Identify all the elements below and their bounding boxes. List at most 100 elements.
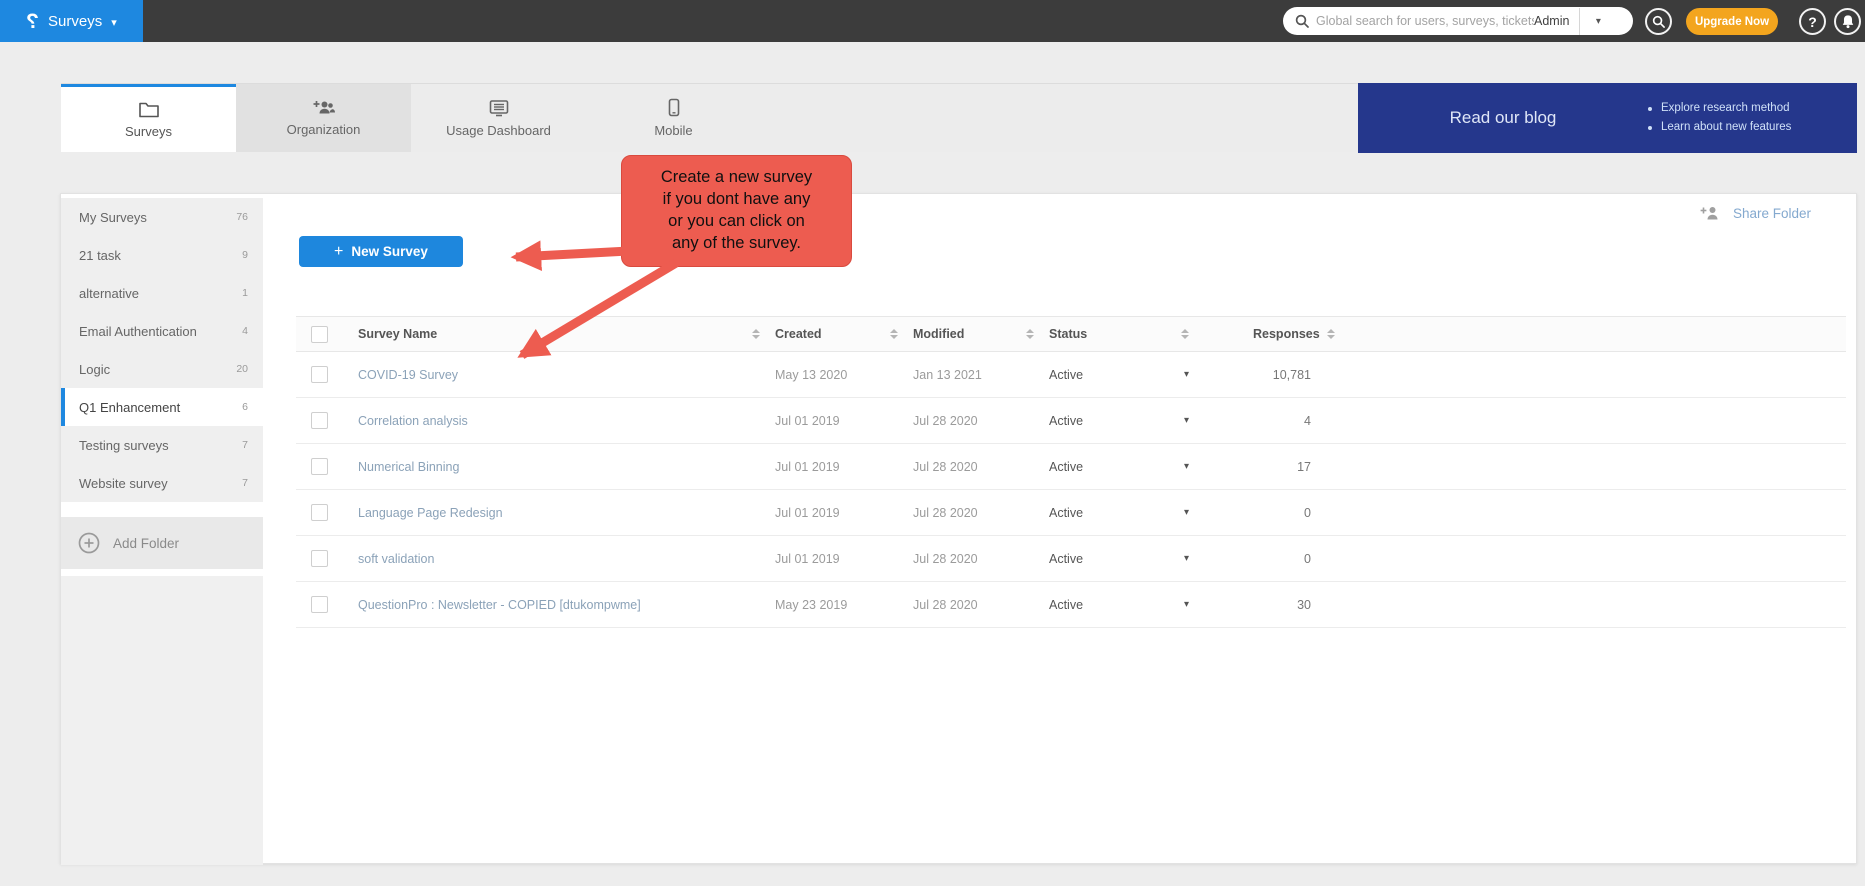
survey-name-link[interactable]: Correlation analysis bbox=[358, 414, 468, 428]
search-button[interactable] bbox=[1645, 8, 1672, 35]
sort-icon[interactable] bbox=[1327, 329, 1335, 339]
table-row: soft validationJul 01 2019Jul 28 2020Act… bbox=[296, 536, 1846, 582]
folder-count: 7 bbox=[242, 439, 248, 451]
folder-count: 4 bbox=[242, 325, 248, 337]
sort-icon[interactable] bbox=[752, 329, 760, 339]
status-dropdown-caret[interactable]: ▾ bbox=[1184, 553, 1189, 564]
sort-icon[interactable] bbox=[890, 329, 898, 339]
row-checkbox[interactable] bbox=[311, 366, 328, 383]
add-folder-label: Add Folder bbox=[113, 536, 179, 551]
tab-organization[interactable]: Organization bbox=[236, 84, 411, 152]
header-modified: Modified bbox=[898, 327, 1034, 341]
help-button[interactable]: ? bbox=[1799, 8, 1826, 35]
status-dropdown-caret[interactable]: ▾ bbox=[1184, 369, 1189, 380]
table-body: COVID-19 SurveyMay 13 2020Jan 13 2021Act… bbox=[296, 352, 1846, 628]
sort-icon[interactable] bbox=[1181, 329, 1189, 339]
select-all-checkbox[interactable] bbox=[311, 326, 328, 343]
read-our-blog-banner[interactable]: Read our blog Explore research method Le… bbox=[1358, 83, 1857, 153]
new-survey-label: New Survey bbox=[351, 244, 428, 259]
responses-count: 0 bbox=[1201, 506, 1311, 520]
status-label: Active bbox=[1049, 460, 1083, 474]
header-created: Created bbox=[760, 327, 898, 341]
tab-label: Mobile bbox=[654, 123, 692, 138]
survey-name-link[interactable]: Language Page Redesign bbox=[358, 506, 503, 520]
questionpro-logo-icon: ? bbox=[26, 11, 39, 32]
sidebar-folder-item[interactable]: 21 task9 bbox=[61, 236, 263, 274]
folder-label: Email Authentication bbox=[79, 324, 197, 339]
header-survey-name: Survey Name bbox=[343, 327, 760, 341]
tab-label: Surveys bbox=[125, 124, 172, 139]
new-survey-button[interactable]: +New Survey bbox=[299, 236, 463, 267]
sidebar-folder-item[interactable]: Logic 20 bbox=[61, 350, 263, 388]
responses-count: 4 bbox=[1201, 414, 1311, 428]
status-label: Active bbox=[1049, 598, 1083, 612]
status-dropdown-caret[interactable]: ▾ bbox=[1184, 415, 1189, 426]
responses-count: 0 bbox=[1201, 552, 1311, 566]
folder-label: Logic bbox=[79, 362, 110, 377]
chevron-down-icon: ▾ bbox=[1596, 16, 1601, 27]
sidebar-folder-item[interactable]: My Surveys76 bbox=[61, 198, 263, 236]
modified-date: Jul 28 2020 bbox=[913, 598, 978, 612]
created-date: Jul 01 2019 bbox=[775, 552, 840, 566]
header-responses: Responses bbox=[1201, 327, 1311, 341]
row-checkbox[interactable] bbox=[311, 458, 328, 475]
share-folder-button[interactable]: Share Folder bbox=[1700, 206, 1811, 221]
survey-name-link[interactable]: Numerical Binning bbox=[358, 460, 459, 474]
surveys-table: Survey Name Created Modified Status Resp… bbox=[296, 316, 1846, 628]
user-scope-label: Admin bbox=[1534, 14, 1569, 28]
blog-bullet-item[interactable]: Learn about new features bbox=[1648, 118, 1857, 137]
sidebar-filler bbox=[61, 576, 263, 865]
modified-date: Jan 13 2021 bbox=[913, 368, 982, 382]
row-checkbox[interactable] bbox=[311, 596, 328, 613]
sidebar-folder-item[interactable]: Website survey7 bbox=[61, 464, 263, 502]
blog-bullet-item[interactable]: Explore research method bbox=[1648, 99, 1857, 118]
dashboard-icon bbox=[488, 99, 510, 117]
search-input[interactable] bbox=[1316, 14, 1534, 28]
status-dropdown-caret[interactable]: ▾ bbox=[1184, 461, 1189, 472]
folder-label: 21 task bbox=[79, 248, 121, 263]
sort-icon[interactable] bbox=[1026, 329, 1034, 339]
sidebar-folder-item[interactable]: alternative1 bbox=[61, 274, 263, 312]
header-status: Status bbox=[1034, 327, 1201, 341]
share-person-icon bbox=[1700, 206, 1721, 221]
table-header-row: Survey Name Created Modified Status Resp… bbox=[296, 316, 1846, 352]
folder-sidebar: My Surveys7621 task9alternative1Email Au… bbox=[61, 194, 263, 863]
folder-icon bbox=[138, 100, 160, 118]
survey-name-link[interactable]: soft validation bbox=[358, 552, 434, 566]
table-row: COVID-19 SurveyMay 13 2020Jan 13 2021Act… bbox=[296, 352, 1846, 398]
tab-surveys[interactable]: Surveys bbox=[61, 84, 236, 152]
folder-label: Q1 Enhancement bbox=[79, 400, 180, 415]
folder-count: 6 bbox=[242, 401, 248, 413]
global-search: Admin ▾ bbox=[1283, 7, 1633, 35]
bullet-icon bbox=[1648, 126, 1652, 130]
survey-name-link[interactable]: QuestionPro : Newsletter - COPIED [dtuko… bbox=[358, 598, 641, 612]
share-folder-label: Share Folder bbox=[1733, 206, 1811, 221]
notifications-button[interactable] bbox=[1834, 8, 1861, 35]
upgrade-now-button[interactable]: Upgrade Now bbox=[1686, 8, 1778, 35]
chevron-down-icon: ▾ bbox=[111, 16, 117, 29]
tab-label: Organization bbox=[287, 122, 361, 137]
row-checkbox[interactable] bbox=[311, 412, 328, 429]
tab-usage-dashboard[interactable]: Usage Dashboard bbox=[411, 84, 586, 152]
row-checkbox[interactable] bbox=[311, 504, 328, 521]
status-dropdown-caret[interactable]: ▾ bbox=[1184, 599, 1189, 610]
folder-count: 1 bbox=[242, 287, 248, 299]
status-dropdown-caret[interactable]: ▾ bbox=[1184, 507, 1189, 518]
folder-list: My Surveys7621 task9alternative1Email Au… bbox=[61, 198, 263, 502]
survey-name-link[interactable]: COVID-19 Survey bbox=[358, 368, 458, 382]
add-folder-button[interactable]: Add Folder bbox=[61, 517, 263, 569]
folder-label: My Surveys bbox=[79, 210, 147, 225]
search-icon bbox=[1652, 15, 1665, 28]
sidebar-folder-item[interactable]: Q1 Enhancement 6 bbox=[61, 388, 263, 426]
row-checkbox[interactable] bbox=[311, 550, 328, 567]
table-row: QuestionPro : Newsletter - COPIED [dtuko… bbox=[296, 582, 1846, 628]
sidebar-folder-item[interactable]: Email Authentication 4 bbox=[61, 312, 263, 350]
search-scope-dropdown[interactable]: ▾ bbox=[1580, 16, 1616, 27]
sidebar-folder-item[interactable]: Testing surveys7 bbox=[61, 426, 263, 464]
product-name: Surveys bbox=[48, 13, 102, 30]
folder-count: 20 bbox=[236, 363, 248, 375]
circle-plus-icon bbox=[78, 532, 100, 554]
tab-mobile[interactable]: Mobile bbox=[586, 84, 761, 152]
product-switcher[interactable]: ? Surveys ▾ bbox=[0, 0, 143, 42]
mobile-phone-icon bbox=[667, 98, 681, 117]
